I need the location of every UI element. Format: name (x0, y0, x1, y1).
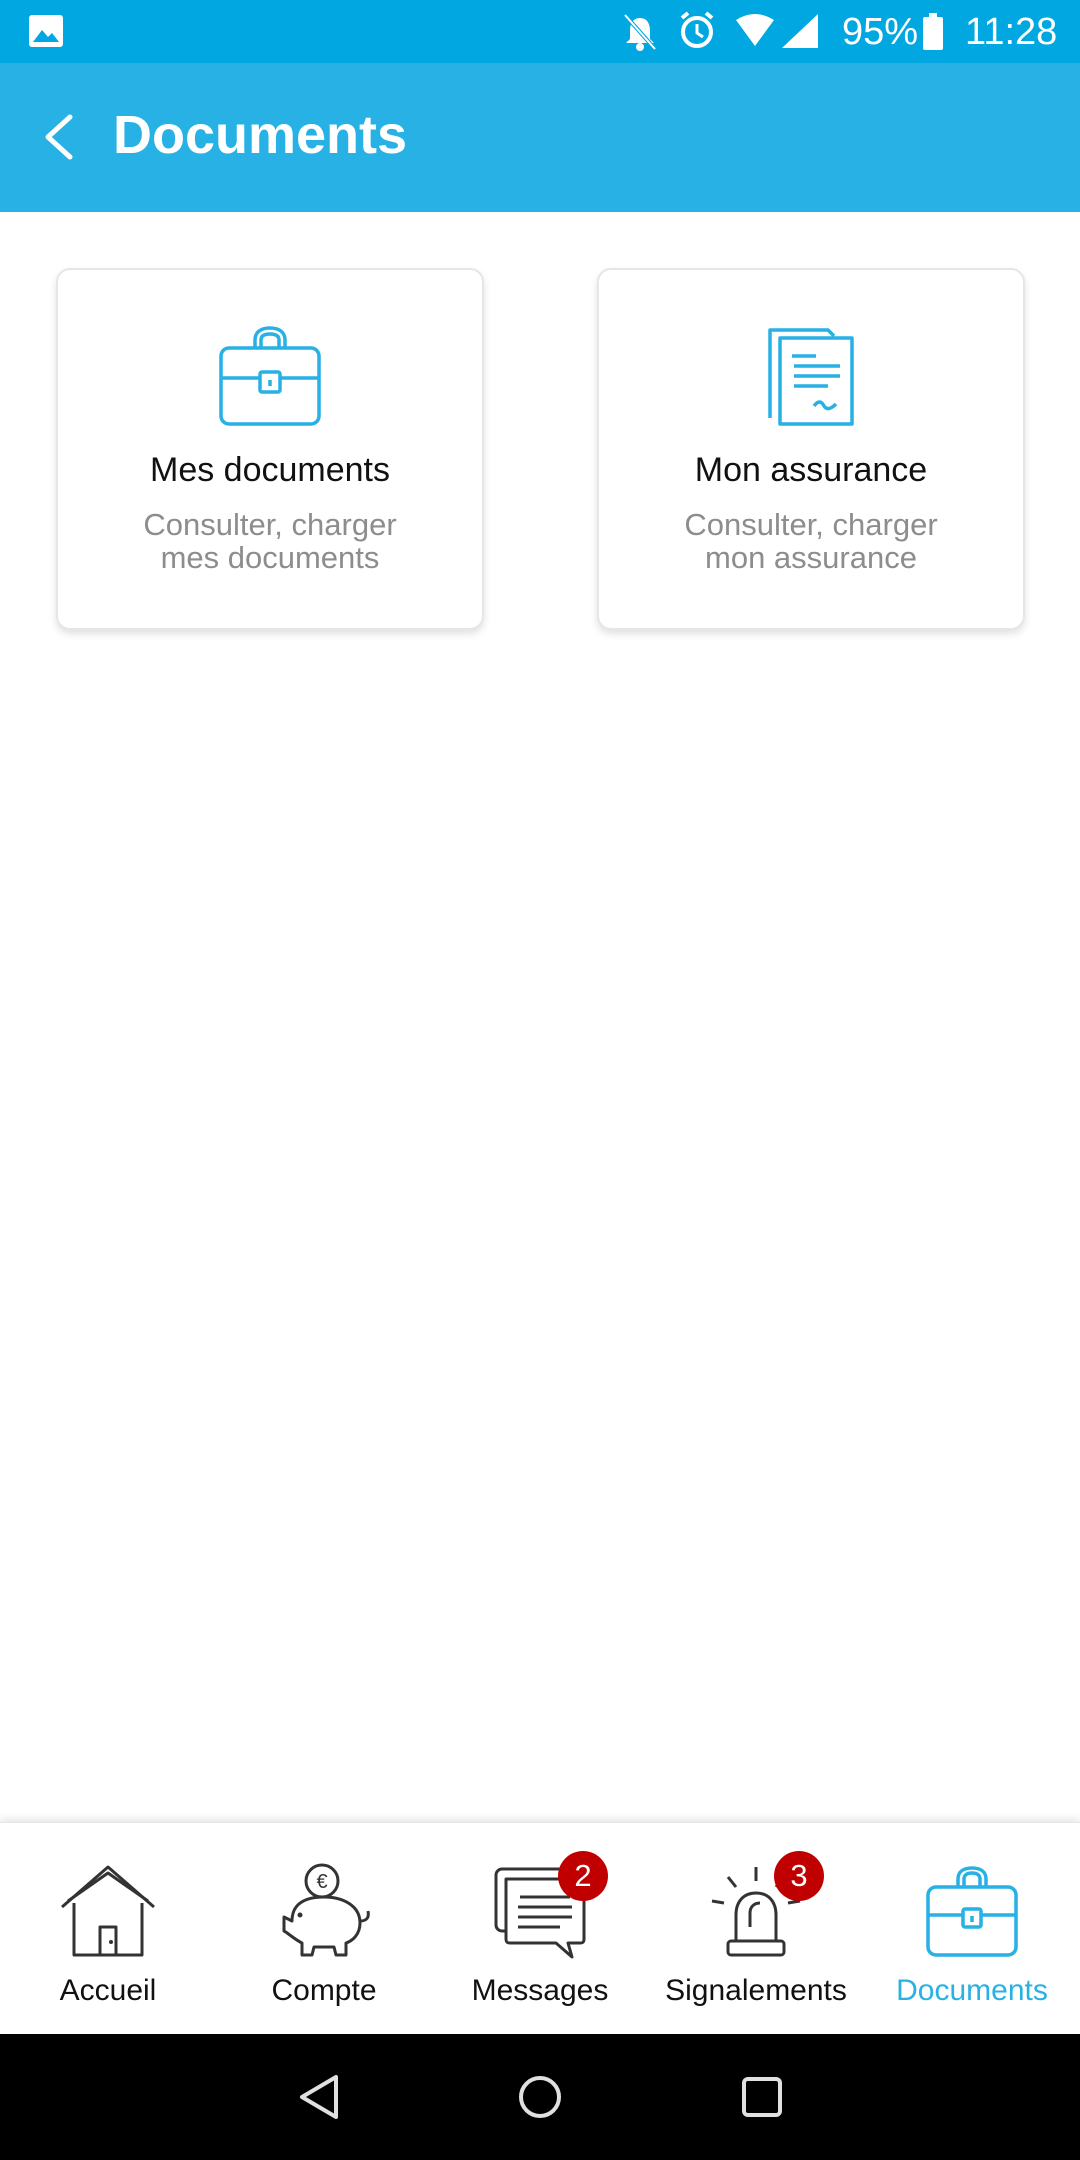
bottom-navigation: Accueil € Compte 2 Messages 3 Signalemen… (0, 1822, 1080, 2035)
nav-item-compte[interactable]: € Compte (216, 1823, 432, 2035)
card-title: Mes documents (150, 451, 390, 489)
signal-icon (782, 14, 818, 48)
nav-label: Accueil (59, 1974, 157, 2007)
messages-badge: 2 (558, 1851, 608, 1901)
chevron-left-icon (45, 114, 73, 160)
card-title: Mon assurance (694, 451, 928, 489)
page-title: Documents (113, 105, 408, 165)
alarm-icon (680, 11, 714, 48)
wifi-icon (736, 14, 774, 46)
status-bar: 95% 11:28 (0, 0, 1080, 63)
document-stack-icon (768, 328, 854, 426)
app-toolbar: Documents (0, 63, 1080, 212)
svg-text:€: € (316, 1871, 327, 1893)
briefcase-icon (926, 1866, 1018, 1957)
nav-label: Messages (471, 1974, 609, 2007)
nav-item-signalements[interactable]: 3 Signalements (648, 1823, 864, 2035)
clock: 11:28 (965, 11, 1058, 53)
briefcase-icon (219, 326, 321, 426)
home-circle-icon[interactable] (512, 2069, 568, 2125)
nav-item-accueil[interactable]: Accueil (0, 1823, 216, 2035)
gallery-icon (29, 15, 63, 47)
signalements-badge: 3 (774, 1851, 824, 1901)
battery-percentage: 95% (842, 11, 919, 53)
back-triangle-icon[interactable] (292, 2069, 348, 2125)
card-mes-documents[interactable]: Mes documents Consulter, charger mes doc… (56, 268, 484, 630)
battery-icon (923, 13, 943, 50)
recents-square-icon[interactable] (734, 2069, 790, 2125)
bell-off-icon (623, 13, 657, 51)
card-subtitle: Consulter, charger mon assurance (684, 507, 938, 575)
card-subtitle: Consulter, charger mes documents (143, 507, 397, 575)
house-icon (61, 1865, 155, 1957)
back-button[interactable] (34, 109, 90, 165)
piggy-bank-icon: € (282, 1863, 370, 1957)
nav-item-messages[interactable]: 2 Messages (432, 1823, 648, 2035)
nav-label: Signalements (665, 1974, 847, 2007)
nav-item-documents[interactable]: Documents (864, 1823, 1080, 2035)
nav-label: Compte (271, 1974, 377, 2007)
card-mon-assurance[interactable]: Mon assurance Consulter, charger mon ass… (597, 268, 1025, 630)
system-navigation-bar (0, 2034, 1080, 2160)
nav-label: Documents (896, 1974, 1048, 2007)
